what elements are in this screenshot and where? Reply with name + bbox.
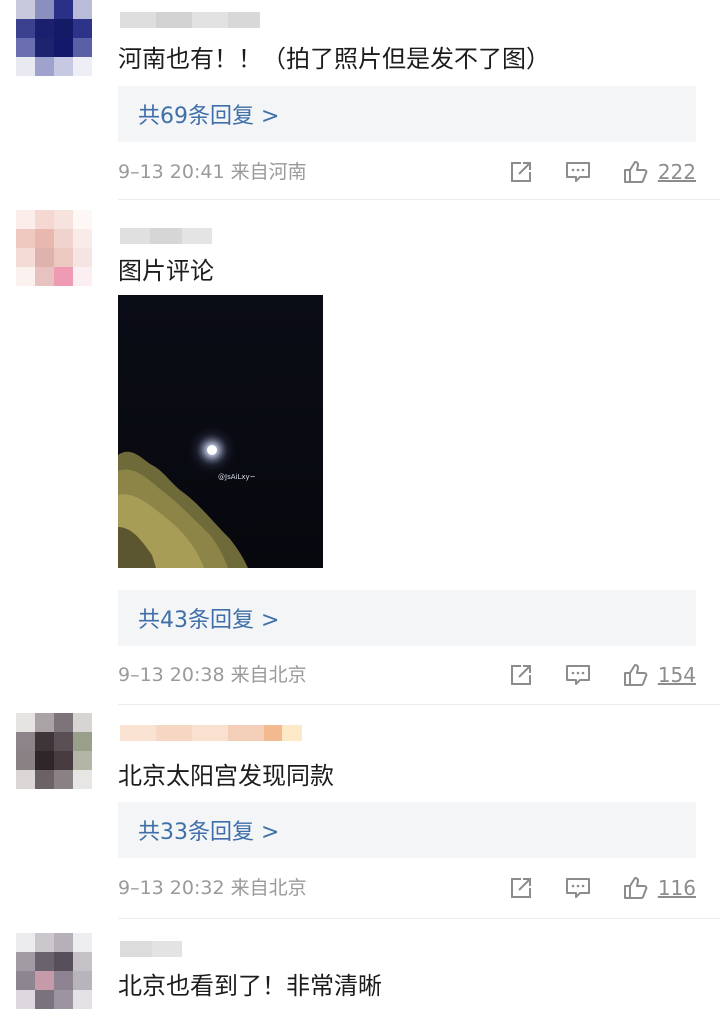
comment-meta: 9–13 20:41 来自河南 222 (118, 157, 696, 187)
like-count: 154 (657, 663, 696, 687)
share-button[interactable] (508, 159, 534, 185)
username-blurred[interactable] (120, 941, 182, 957)
comment-icon (565, 162, 590, 182)
share-button[interactable] (508, 875, 534, 901)
comment-time: 9–13 20:38 来自北京 (118, 664, 307, 686)
comment-item: 北京太阳宫发现同款 共33条回复 > 9–13 20:32 来自北京 116 (0, 705, 720, 919)
like-button[interactable]: 116 (622, 875, 696, 901)
thumbs-up-icon (623, 161, 648, 183)
share-icon (510, 665, 531, 685)
share-icon (510, 162, 531, 182)
share-icon (510, 878, 531, 898)
comment-time: 9–13 20:41 来自河南 (118, 161, 307, 183)
comment-text: 图片评论 (118, 257, 214, 285)
night-sky-photo: @JsAiLxy~ (118, 295, 323, 568)
username-blurred[interactable] (120, 725, 302, 741)
comment-icon (565, 878, 590, 898)
thumbs-up-icon (623, 664, 648, 686)
photo-watermark: @JsAiLxy~ (218, 473, 256, 481)
comment-meta: 9–13 20:32 来自北京 116 (118, 873, 696, 903)
like-count: 116 (657, 876, 696, 900)
like-button[interactable]: 154 (622, 662, 696, 688)
share-button[interactable] (508, 662, 534, 688)
comment-item: 北京也看到了！非常清晰 (0, 919, 720, 1009)
view-replies-button[interactable]: 共33条回复 > (118, 802, 696, 858)
reply-button[interactable] (564, 159, 592, 185)
comment-meta: 9–13 20:38 来自北京 154 (118, 660, 696, 690)
username-blurred[interactable] (120, 12, 260, 28)
view-replies-button[interactable]: 共43条回复 > (118, 590, 696, 646)
comment-photo[interactable]: @JsAiLxy~ (118, 295, 323, 568)
comment-item: 图片评论 @JsAiLxy~ 共43条回复 > 9–13 20:38 来自北京 … (0, 200, 720, 705)
avatar[interactable] (16, 713, 92, 789)
avatar[interactable] (16, 933, 92, 1009)
reply-button[interactable] (564, 662, 592, 688)
comment-text: 北京太阳宫发现同款 (118, 762, 334, 790)
username-blurred[interactable] (120, 228, 212, 244)
like-button[interactable]: 222 (622, 159, 696, 185)
avatar[interactable] (16, 210, 92, 286)
view-replies-button[interactable]: 共69条回复 > (118, 86, 696, 142)
reply-button[interactable] (564, 875, 592, 901)
comment-text: 北京也看到了！非常清晰 (118, 972, 382, 1000)
like-count: 222 (657, 160, 696, 184)
comment-icon (565, 665, 590, 685)
comment-item: 河南也有！！（拍了照片但是发不了图） 共69条回复 > 9–13 20:41 来… (0, 0, 720, 200)
comment-text: 河南也有！！（拍了照片但是发不了图） (118, 45, 550, 73)
thumbs-up-icon (623, 877, 648, 899)
avatar[interactable] (16, 0, 92, 76)
comment-time: 9–13 20:32 来自北京 (118, 877, 307, 899)
